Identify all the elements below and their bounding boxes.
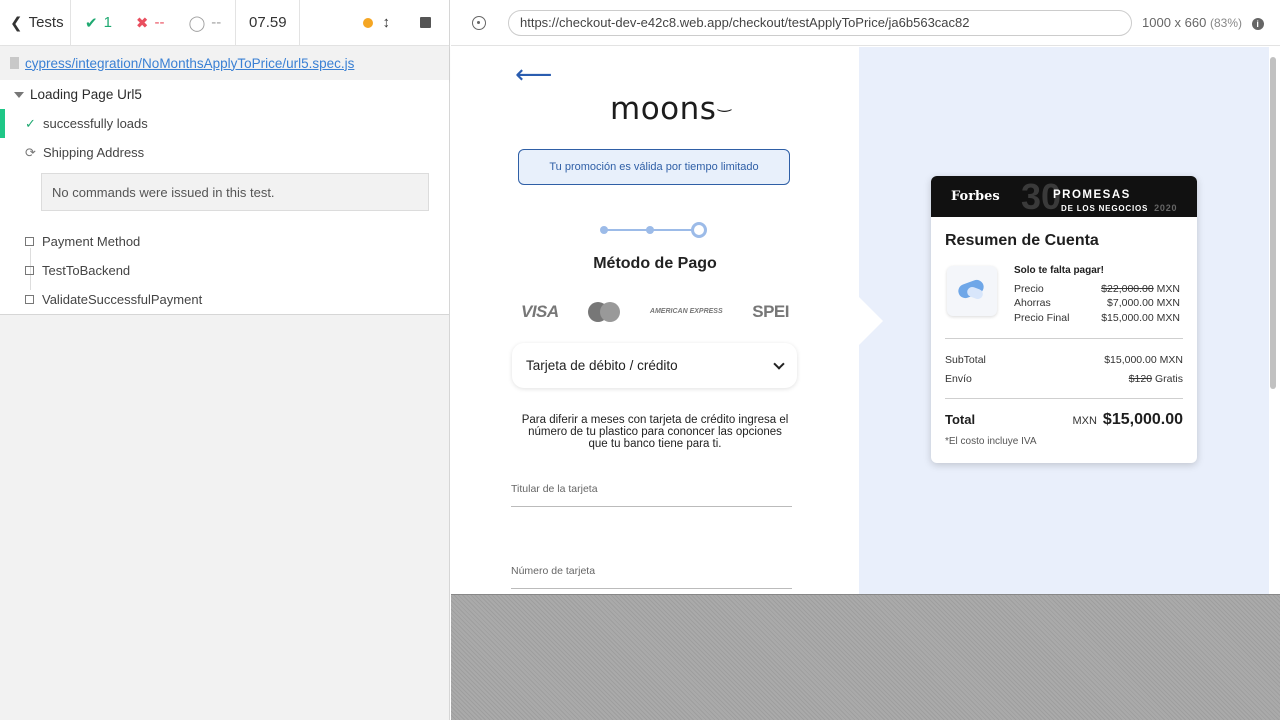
file-icon <box>10 57 19 69</box>
iva-note: *El costo incluye IVA <box>945 436 1037 447</box>
amex-logo: AMERICAN EXPRESS <box>649 308 723 315</box>
precio-row: Precio $22,000.00 MXN <box>1014 283 1180 295</box>
installments-info: Para diferir a meses con tarjeta de créd… <box>521 414 789 450</box>
test-title: ValidateSuccessfulPayment <box>42 292 203 307</box>
payment-method-select[interactable]: Tarjeta de débito / crédito <box>512 343 797 388</box>
test-title: Payment Method <box>42 234 141 249</box>
aut-iframe: ⟵ moons ‿ Tu promoción es válida por tie… <box>451 47 1280 594</box>
envio-row: Envío $120 Gratis <box>945 373 1183 385</box>
divider <box>945 398 1183 399</box>
viewport-info: 1000 x 660 (83%) i <box>1142 15 1264 30</box>
reporter-header: ❮ Tests ✔ 1 ✖ -- ◯ -- 07.59 ↕ <box>0 0 449 46</box>
spec-path-bar: cypress/integration/NoMonthsApplyToPrice… <box>0 46 449 80</box>
test-row-payment-method[interactable]: Payment Method <box>0 227 449 256</box>
tests-label: Tests <box>28 14 64 31</box>
summary-subtitle: Solo te falta pagar! <box>1014 265 1105 276</box>
divider <box>945 338 1183 339</box>
subtotal-row: SubTotal $15,000.00 MXN <box>945 354 1183 366</box>
pending-count: -- <box>211 14 222 31</box>
duration: 07.59 <box>236 0 301 46</box>
stop-button[interactable] <box>420 17 431 28</box>
passed-stat: ✔ 1 ✖ -- ◯ -- <box>71 0 237 46</box>
running-indicator-icon <box>362 17 373 28</box>
collapse-triangle-icon <box>14 91 24 98</box>
step-dot-current <box>691 222 707 238</box>
x-icon: ✖ <box>135 14 149 32</box>
suite-title-row[interactable]: Loading Page Url5 <box>0 80 449 109</box>
info-icon[interactable]: i <box>1251 18 1264 30</box>
precio-final-row: Precio Final $15,000.00 MXN <box>1014 312 1180 324</box>
test-row-successfully-loads[interactable]: ✓ successfully loads <box>0 109 449 138</box>
mastercard-logo <box>588 302 621 322</box>
pending-box-icon <box>25 295 34 304</box>
runnables-list: Loading Page Url5 ✓ successfully loads ⟳… <box>0 80 449 315</box>
test-row-validate-payment[interactable]: ValidateSuccessfulPayment <box>0 285 449 314</box>
back-arrow-icon[interactable]: ⟵ <box>515 61 552 87</box>
aut-header: https://checkout-dev-e42c8.web.app/check… <box>451 0 1280 46</box>
reporter-controls: ↕ <box>300 0 449 46</box>
viewport-size: 1000 x 660 <box>1142 15 1207 30</box>
viewport-outside-area <box>451 594 1280 720</box>
selector-playground-icon[interactable] <box>472 15 486 30</box>
product-image <box>947 266 997 316</box>
brand-logo: moons <box>610 91 717 127</box>
pending-box-icon <box>25 237 34 246</box>
pending-box-icon <box>25 266 34 275</box>
card-number-field[interactable]: Número de tarjeta <box>511 565 792 589</box>
test-title: TestToBackend <box>42 263 131 278</box>
spei-logo: SPEI <box>752 302 789 321</box>
test-row-test-to-backend[interactable]: TestToBackend <box>0 256 449 285</box>
forbes-logo: Forbes <box>951 189 1000 204</box>
frame-scrollbar[interactable] <box>1270 57 1276 389</box>
pending-circle-icon: ◯ <box>188 14 206 32</box>
total-row: Total MXN $15,000.00 <box>945 411 1183 428</box>
cypress-reporter: ❮ Tests ✔ 1 ✖ -- ◯ -- 07.59 ↕ cypress/in… <box>0 0 450 720</box>
chevron-down-icon <box>773 357 785 370</box>
tests-back-button[interactable]: ❮ Tests <box>0 0 71 46</box>
test-row-shipping-address[interactable]: ⟳ Shipping Address <box>0 138 449 167</box>
step-dot <box>646 226 654 234</box>
payment-method-value: Tarjeta de débito / crédito <box>526 358 678 373</box>
banner-line2: DE LOS NEGOCIOS 2020 <box>1061 203 1178 213</box>
suite-title: Loading Page Url5 <box>30 87 142 102</box>
account-summary-card: Forbes 30 PROMESAS DE LOS NEGOCIOS 2020 R… <box>931 176 1197 463</box>
banner-line1: PROMESAS <box>1053 189 1131 201</box>
card-logos: VISA AMERICAN EXPRESS SPEI <box>521 299 789 325</box>
checkout-form-column: ⟵ moons ‿ Tu promoción es válida por tie… <box>451 47 859 594</box>
notch-decoration <box>859 297 883 345</box>
passed-count: 1 <box>103 14 112 31</box>
total-amount: $15,000.00 <box>1102 411 1183 428</box>
check-icon: ✔ <box>85 14 98 32</box>
test-title: Shipping Address <box>43 145 145 160</box>
promo-banner: Tu promoción es válida por tiempo limita… <box>518 149 790 185</box>
visa-logo: VISA <box>521 302 559 321</box>
auto-scroll-toggle-icon[interactable]: ↕ <box>383 14 391 31</box>
summary-title: Resumen de Cuenta <box>945 232 1099 249</box>
test-title: successfully loads <box>43 116 148 131</box>
step-title: Método de Pago <box>593 255 717 272</box>
progress-stepper <box>600 222 712 238</box>
card-holder-field[interactable]: Titular de la tarjeta <box>511 483 792 507</box>
viewport-scale: (83%) <box>1209 16 1242 30</box>
precio-original: $22,000.00 <box>1101 283 1154 295</box>
step-dot <box>600 226 608 234</box>
no-commands-message: No commands were issued in this test. <box>41 173 429 211</box>
envio-original: $120 <box>1128 373 1153 385</box>
failed-count: -- <box>154 14 165 31</box>
url-bar[interactable]: https://checkout-dev-e42c8.web.app/check… <box>508 9 1132 36</box>
ahorras-row: Ahorras $7,000.00 MXN <box>1014 297 1180 309</box>
brand-smile-icon: ‿ <box>718 95 731 112</box>
chevron-left-icon: ❮ <box>10 14 23 32</box>
forbes-banner: Forbes 30 PROMESAS DE LOS NEGOCIOS 2020 <box>931 176 1197 217</box>
refresh-icon: ⟳ <box>25 144 36 160</box>
spec-path-link[interactable]: cypress/integration/NoMonthsApplyToPrice… <box>25 56 354 71</box>
check-icon: ✓ <box>25 115 36 131</box>
